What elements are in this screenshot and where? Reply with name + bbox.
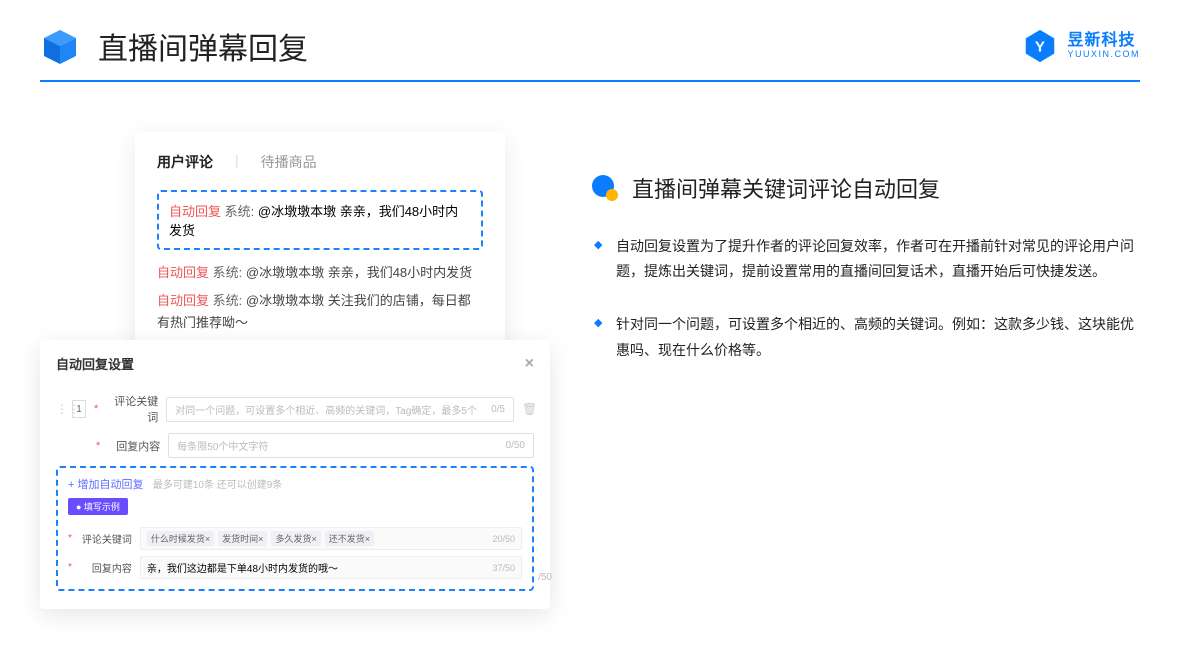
bullet-item: 针对同一个问题，可设置多个相近的、高频的关键词。例如：这款多少钱、这块能优惠吗、… bbox=[594, 312, 1140, 362]
section-header: 直播间弹幕关键词评论自动回复 bbox=[590, 172, 1140, 204]
stray-counter: /50 bbox=[538, 572, 552, 583]
auto-reply-tag: 自动回复 bbox=[157, 293, 209, 308]
keyword-tag: 还不发货× bbox=[325, 531, 374, 546]
keyword-tag: 发货时间× bbox=[218, 531, 267, 546]
delete-icon[interactable]: 🗑 bbox=[522, 402, 534, 416]
system-label: 系统: bbox=[213, 265, 243, 280]
required-marker: * bbox=[94, 403, 98, 415]
auto-reply-settings-panel: 自动回复设置 × ⋮⋮ 1 * 评论关键词 对同一个问题，可设置多个相近、高频的… bbox=[40, 340, 550, 609]
required-marker: * bbox=[96, 440, 100, 452]
example-badge: ● 填写示例 bbox=[68, 498, 128, 515]
tab-pending-products[interactable]: 待播商品 bbox=[261, 152, 317, 172]
bullet-item: 自动回复设置为了提升作者的评论回复效率，作者可在开播前针对常见的评论用户问题，提… bbox=[594, 234, 1140, 284]
drag-handle-icon[interactable]: ⋮⋮ bbox=[56, 402, 64, 416]
comment-line: 自动回复 系统: @冰墩墩本墩 亲亲，我们48小时内发货 bbox=[157, 262, 483, 284]
field-label-reply: 回复内容 bbox=[108, 438, 160, 454]
brand-name-en: YUUXIN.COM bbox=[1067, 50, 1140, 60]
row-index: 1 bbox=[72, 400, 86, 418]
section-title: 直播间弹幕关键词评论自动回复 bbox=[632, 172, 940, 204]
right-column: 直播间弹幕关键词评论自动回复 自动回复设置为了提升作者的评论回复效率，作者可在开… bbox=[590, 122, 1140, 391]
example-box: + 增加自动回复 最多可建10条 还可以创建9条 ● 填写示例 * 评论关键词 … bbox=[56, 466, 534, 591]
add-hint: 最多可建10条 还可以创建9条 bbox=[153, 480, 282, 491]
tab-divider: | bbox=[235, 152, 239, 172]
main-content: 用户评论 | 待播商品 自动回复 系统: @冰墩墩本墩 亲亲，我们48小时内发货… bbox=[0, 82, 1180, 391]
comment-tabs: 用户评论 | 待播商品 bbox=[157, 152, 483, 172]
example-label-reply: 回复内容 bbox=[80, 560, 132, 575]
example-reply-count: 37/50 bbox=[492, 563, 515, 573]
system-label: 系统: bbox=[225, 204, 255, 219]
brand-logo-icon: Y bbox=[1021, 27, 1059, 65]
reply-placeholder: 每条限50个中文字符 bbox=[177, 438, 268, 453]
page-title: 直播间弹幕回复 bbox=[98, 24, 308, 68]
tab-user-comments[interactable]: 用户评论 bbox=[157, 152, 213, 172]
required-marker: * bbox=[68, 562, 72, 573]
auto-reply-highlight: 自动回复 系统: @冰墩墩本墩 亲亲，我们48小时内发货 bbox=[157, 190, 483, 250]
auto-reply-tag: 自动回复 bbox=[169, 204, 221, 219]
page-header: 直播间弹幕回复 Y 昱新科技 YUUXIN.COM bbox=[0, 0, 1180, 80]
add-auto-reply-link[interactable]: + 增加自动回复 bbox=[68, 479, 143, 491]
keyword-tag: 多久发货× bbox=[271, 531, 320, 546]
keyword-tag: 什么时候发货× bbox=[147, 531, 214, 546]
left-column: 用户评论 | 待播商品 自动回复 系统: @冰墩墩本墩 亲亲，我们48小时内发货… bbox=[40, 122, 540, 391]
example-keywords-input[interactable]: 什么时候发货× 发货时间× 多久发货× 还不发货× 20/50 bbox=[140, 527, 522, 550]
system-label: 系统: bbox=[213, 293, 243, 308]
svg-text:Y: Y bbox=[1035, 39, 1045, 56]
comment-line: 自动回复 系统: @冰墩墩本墩 关注我们的店铺，每日都有热门推荐呦～ bbox=[157, 290, 483, 334]
brand-name-cn: 昱新科技 bbox=[1067, 32, 1140, 50]
settings-title: 自动回复设置 bbox=[56, 354, 134, 373]
header-left: 直播间弹幕回复 bbox=[40, 24, 308, 68]
required-marker: * bbox=[68, 533, 72, 544]
keywords-count: 0/5 bbox=[491, 404, 505, 415]
keywords-placeholder: 对同一个问题，可设置多个相近、高频的关键词，Tag确定，最多5个 bbox=[175, 402, 477, 417]
settings-row-keywords: ⋮⋮ 1 * 评论关键词 对同一个问题，可设置多个相近、高频的关键词，Tag确定… bbox=[56, 393, 534, 425]
chat-bubble-icon bbox=[590, 173, 620, 203]
brand: Y 昱新科技 YUUXIN.COM bbox=[1021, 27, 1140, 65]
reply-count: 0/50 bbox=[506, 440, 525, 451]
comment-text: @冰墩墩本墩 亲亲，我们48小时内发货 bbox=[246, 265, 472, 280]
reply-input[interactable]: 每条限50个中文字符 0/50 bbox=[168, 433, 534, 458]
example-row-keywords: * 评论关键词 什么时候发货× 发货时间× 多久发货× 还不发货× 20/50 bbox=[68, 527, 522, 550]
example-keywords-count: 20/50 bbox=[492, 534, 515, 544]
example-label-keywords: 评论关键词 bbox=[80, 531, 132, 546]
close-icon[interactable]: × bbox=[525, 355, 534, 373]
settings-row-reply: * 回复内容 每条限50个中文字符 0/50 bbox=[56, 433, 534, 458]
keywords-input[interactable]: 对同一个问题，可设置多个相近、高频的关键词，Tag确定，最多5个 0/5 bbox=[166, 397, 514, 422]
auto-reply-tag: 自动回复 bbox=[157, 265, 209, 280]
bullet-list: 自动回复设置为了提升作者的评论回复效率，作者可在开播前针对常见的评论用户问题，提… bbox=[590, 234, 1140, 363]
field-label-keywords: 评论关键词 bbox=[106, 393, 158, 425]
example-reply-input[interactable]: 亲，我们这边都是下单48小时内发货的哦～ 37/50 bbox=[140, 556, 522, 579]
cube-icon bbox=[40, 26, 80, 66]
example-reply-value: 亲，我们这边都是下单48小时内发货的哦～ bbox=[147, 560, 338, 575]
example-row-reply: * 回复内容 亲，我们这边都是下单48小时内发货的哦～ 37/50 bbox=[68, 556, 522, 579]
